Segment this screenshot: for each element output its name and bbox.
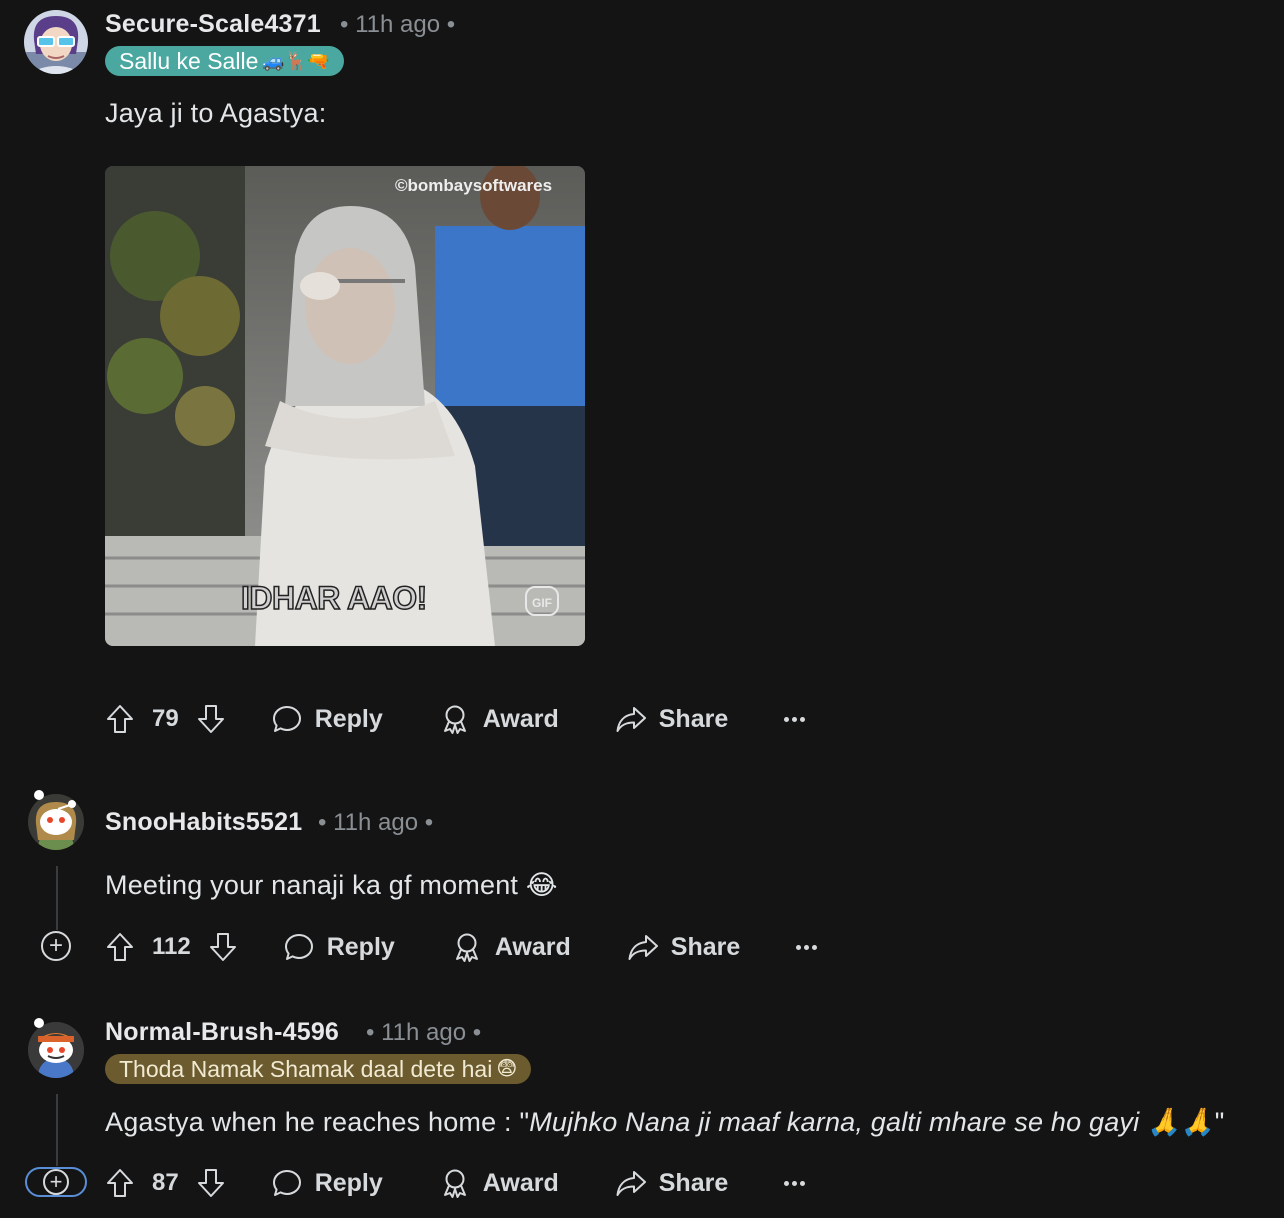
award-label: Award — [482, 1168, 559, 1197]
separator-dot: • — [440, 11, 456, 38]
comment-body: Meeting your nanaji ka gf moment 😂 — [105, 870, 558, 900]
comment-actions: 87 Reply Award Share — [104, 1163, 806, 1203]
separator-dot: • — [318, 809, 334, 836]
comment-meta: • 11h ago • — [366, 1019, 481, 1047]
reply-button[interactable]: Reply — [271, 1167, 383, 1199]
comment-actions: 79 Reply Award Share — [104, 699, 806, 739]
thread-line[interactable] — [56, 1094, 58, 1166]
flair-emojis: 🚙🦌🔫 — [262, 51, 330, 71]
comment-author[interactable]: SnooHabits5521 — [105, 808, 302, 837]
avatar[interactable] — [28, 1022, 84, 1078]
gif-embed[interactable]: ©bombaysoftwares IDHAR AAO! GIF — [105, 166, 585, 646]
share-icon — [615, 1167, 647, 1199]
gif-badge: GIF — [525, 586, 559, 616]
downvote-icon — [207, 931, 239, 963]
plus-icon: + — [48, 932, 63, 959]
avatar-image — [24, 10, 88, 74]
share-button[interactable]: Share — [615, 1167, 728, 1199]
vote-count: 79 — [152, 705, 179, 732]
flair-emojis: 😨 — [496, 1058, 518, 1080]
upvote-button[interactable] — [104, 931, 136, 963]
downvote-button[interactable] — [195, 1167, 227, 1199]
body-text-quote: Mujhko Nana ji maaf karna, galti mhare s… — [529, 1107, 1215, 1137]
comment-body: Jaya ji to Agastya: — [105, 98, 327, 128]
plus-icon: + — [43, 1169, 69, 1195]
reply-label: Reply — [314, 1168, 383, 1197]
upvote-button[interactable] — [104, 703, 136, 735]
award-icon — [439, 1167, 471, 1199]
reply-icon — [271, 703, 303, 735]
award-button[interactable]: Award — [439, 1167, 559, 1199]
reply-button[interactable]: Reply — [271, 703, 383, 735]
share-button[interactable]: Share — [627, 931, 740, 963]
user-flair: Sallu ke Salle 🚙🦌🔫 — [105, 46, 344, 76]
avatar[interactable] — [28, 794, 84, 850]
separator-dot: • — [466, 1019, 482, 1046]
more-options-button[interactable] — [796, 944, 818, 950]
avatar-image — [28, 794, 84, 850]
comment-author[interactable]: Normal-Brush-4596 — [105, 1018, 339, 1047]
share-label: Share — [670, 932, 741, 961]
reply-icon — [283, 931, 315, 963]
expand-thread-button[interactable]: + — [41, 931, 71, 961]
timestamp[interactable]: 11h ago — [355, 11, 440, 38]
reply-label: Reply — [326, 932, 395, 961]
separator-dot: • — [418, 809, 434, 836]
notification-dot — [34, 1018, 44, 1028]
award-button[interactable]: Award — [439, 703, 559, 735]
downvote-icon — [195, 703, 227, 735]
award-icon — [451, 931, 483, 963]
gif-image — [105, 166, 585, 646]
comment-body: Agastya when he reaches home : "Mujhko N… — [105, 1106, 1224, 1138]
more-options-button[interactable] — [784, 716, 806, 722]
flair-text: Sallu ke Salle — [119, 48, 259, 74]
vote-count: 87 — [152, 1169, 179, 1196]
separator-dot: • — [366, 1019, 382, 1046]
timestamp[interactable]: 11h ago — [333, 809, 418, 836]
body-text-start: Agastya when he reaches home : " — [105, 1107, 530, 1137]
downvote-button[interactable] — [207, 931, 239, 963]
avatar-image — [28, 1022, 84, 1078]
award-button[interactable]: Award — [451, 931, 571, 963]
upvote-button[interactable] — [104, 1167, 136, 1199]
more-icon — [784, 1180, 806, 1186]
comment-author[interactable]: Secure-Scale4371 — [105, 10, 321, 39]
thread-line[interactable] — [56, 866, 58, 930]
upvote-icon — [104, 931, 136, 963]
award-label: Award — [494, 932, 571, 961]
expand-thread-button[interactable]: + — [25, 1167, 87, 1197]
upvote-icon — [104, 703, 136, 735]
timestamp[interactable]: 11h ago — [381, 1019, 466, 1046]
gif-watermark: ©bombaysoftwares — [395, 176, 553, 195]
award-label: Award — [482, 704, 559, 733]
avatar[interactable] — [24, 10, 88, 74]
comment-actions: 112 Reply Award Share — [104, 927, 818, 967]
share-label: Share — [658, 704, 729, 733]
reply-icon — [271, 1167, 303, 1199]
share-button[interactable]: Share — [615, 703, 728, 735]
award-icon — [439, 703, 471, 735]
more-options-button[interactable] — [784, 1180, 806, 1186]
share-icon — [615, 703, 647, 735]
comment-meta: • 11h ago • — [318, 809, 433, 837]
separator-dot: • — [340, 11, 356, 38]
vote-count: 112 — [152, 933, 191, 960]
flair-text: Thoda Namak Shamak daal dete hai — [119, 1056, 493, 1082]
share-label: Share — [658, 1168, 729, 1197]
reply-button[interactable]: Reply — [283, 931, 395, 963]
reply-label: Reply — [314, 704, 383, 733]
more-icon — [796, 944, 818, 950]
comment-meta: • 11h ago • — [340, 11, 455, 39]
notification-dot — [34, 790, 44, 800]
share-icon — [627, 931, 659, 963]
downvote-button[interactable] — [195, 703, 227, 735]
gif-caption: IDHAR AAO! — [240, 579, 428, 617]
more-icon — [784, 716, 806, 722]
downvote-icon — [195, 1167, 227, 1199]
upvote-icon — [104, 1167, 136, 1199]
body-text-end: " — [1214, 1107, 1225, 1137]
user-flair: Thoda Namak Shamak daal dete hai 😨 — [105, 1054, 532, 1084]
